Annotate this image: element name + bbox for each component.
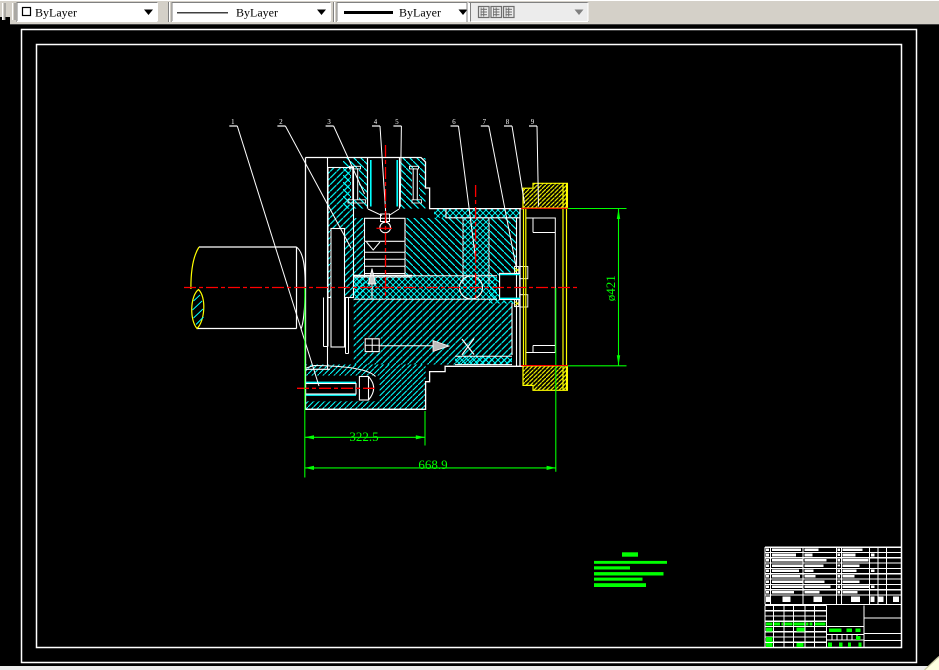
- svg-text:668.9: 668.9: [418, 457, 447, 472]
- svg-text:1: 1: [231, 119, 234, 126]
- svg-text:ByLayer: ByLayer: [35, 6, 77, 20]
- svg-text:7: 7: [483, 119, 487, 126]
- svg-text:5: 5: [395, 119, 399, 126]
- svg-text:4: 4: [374, 119, 378, 126]
- svg-text:8: 8: [506, 119, 510, 126]
- svg-text:2: 2: [279, 119, 283, 126]
- svg-text:ByLayer: ByLayer: [399, 6, 441, 20]
- svg-text:6: 6: [452, 119, 456, 126]
- svg-text:ø421: ø421: [603, 275, 618, 301]
- svg-text:322.5: 322.5: [349, 429, 378, 444]
- svg-text:9: 9: [531, 119, 535, 126]
- svg-text:ByLayer: ByLayer: [236, 6, 278, 20]
- svg-text:3: 3: [327, 119, 331, 126]
